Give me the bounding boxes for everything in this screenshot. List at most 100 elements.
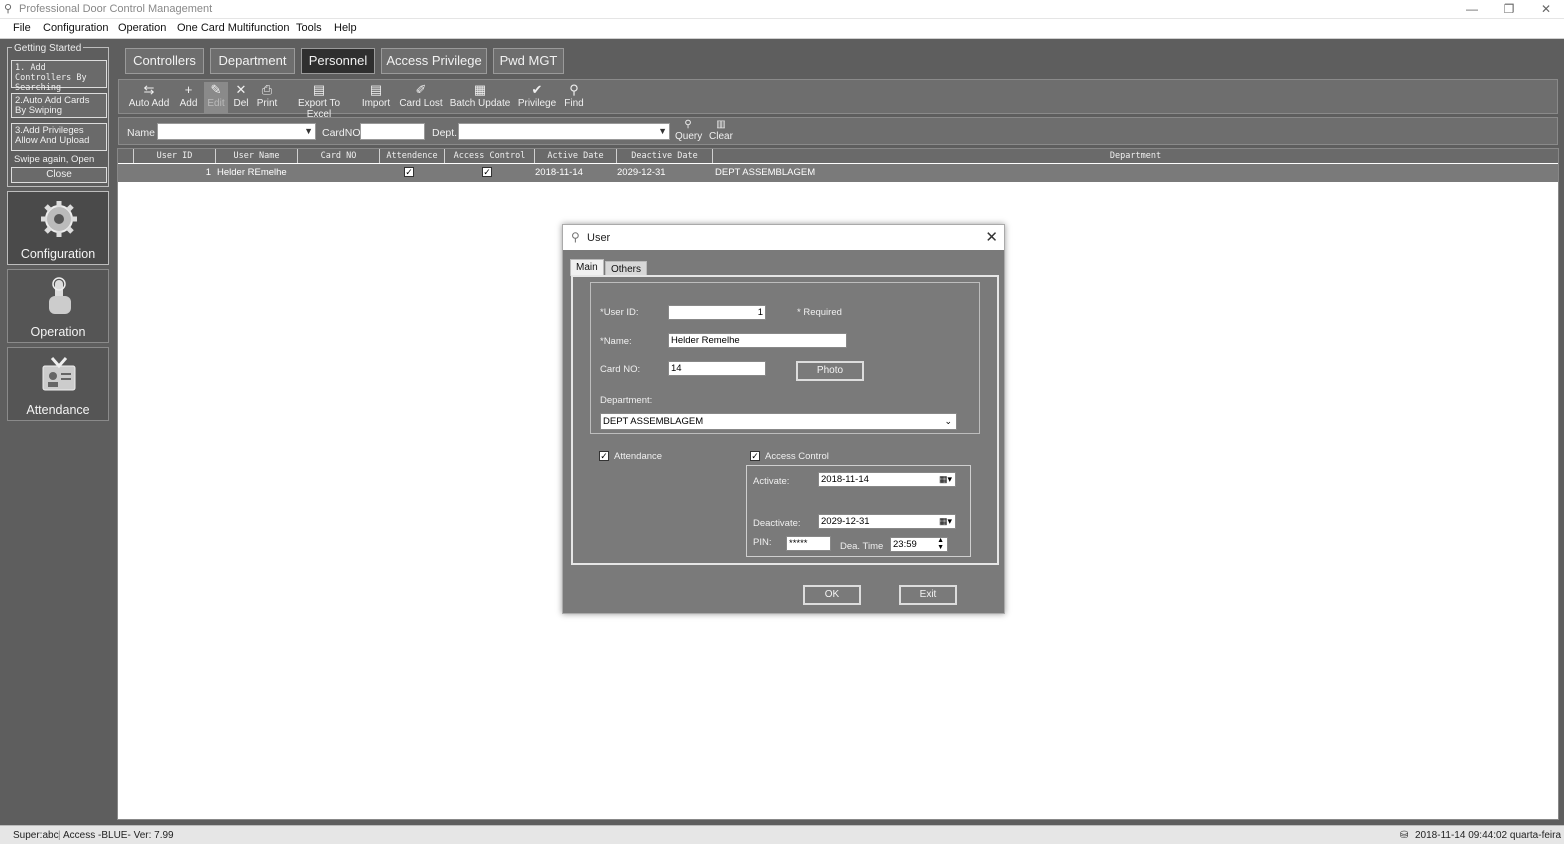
col-department[interactable]: Department: [712, 149, 1558, 163]
access-control-option-label: Access Control: [765, 451, 829, 462]
privilege-button[interactable]: ✔ Privilege: [517, 82, 557, 113]
col-card-no[interactable]: Card NO: [297, 149, 379, 163]
batch-update-icon: ▦: [473, 82, 487, 97]
auto-add-cards-step[interactable]: 2.Auto Add Cards By Swiping: [11, 93, 107, 118]
name-label: *Name:: [600, 336, 632, 347]
tab-access-privilege[interactable]: Access Privilege: [381, 48, 487, 74]
attendance-option[interactable]: ✓ Attendance: [599, 451, 662, 462]
tab-department[interactable]: Department: [210, 48, 295, 74]
activate-date-picker[interactable]: 2018-11-14 ▦▾: [818, 472, 956, 487]
pin-label: PIN:: [753, 537, 772, 548]
query-button[interactable]: ⚲ Query: [675, 119, 703, 142]
add-privileges-step[interactable]: 3.Add Privileges Allow And Upload: [11, 123, 107, 151]
dea-time-spinner[interactable]: 23:59 ▲ ▼: [890, 537, 948, 552]
export-to-excel-button[interactable]: ▤ Export To Excel: [285, 82, 353, 120]
spinner-arrows-icon[interactable]: ▲ ▼: [937, 537, 944, 551]
nav-attendance-label: Attendance: [26, 403, 90, 417]
col-deactive-date[interactable]: Deactive Date: [616, 149, 712, 163]
dept-filter-combo[interactable]: ▼: [458, 123, 670, 140]
exit-button[interactable]: Exit: [899, 585, 957, 605]
dialog-title-bar: ⚲ User ✕: [563, 225, 1004, 250]
clear-label: Clear: [709, 131, 733, 142]
chevron-down-icon: ▼: [658, 126, 667, 136]
getting-started-close-button[interactable]: Close: [11, 167, 107, 183]
nav-operation[interactable]: Operation: [7, 269, 109, 343]
name-field[interactable]: Helder Remelhe: [668, 333, 847, 348]
print-label: Print: [256, 98, 278, 109]
table-row[interactable]: 1 Helder REmelhe ✓ ✓ 2018-11-14 2029-12-…: [118, 164, 1558, 182]
menu-help[interactable]: Help: [334, 22, 357, 34]
attendance-checkbox-dialog[interactable]: ✓: [599, 451, 609, 462]
col-access-control[interactable]: Access Control: [444, 149, 534, 163]
calendar-icon: ▦▾: [938, 474, 952, 484]
menu-one-card-multifunction[interactable]: One Card Multifunction: [177, 22, 290, 34]
card-no-field[interactable]: 14: [668, 361, 766, 376]
menu-file[interactable]: File: [13, 22, 31, 34]
menu-tools[interactable]: Tools: [296, 22, 322, 34]
import-button[interactable]: ▤ Import: [359, 82, 393, 113]
cell-user-name: Helder REmelhe: [217, 167, 287, 178]
find-button[interactable]: ⚲ Find: [563, 82, 585, 113]
delete-button[interactable]: ✕ Del: [231, 82, 251, 113]
col-attendance[interactable]: Attendence: [379, 149, 444, 163]
auto-add-button[interactable]: ⇆ Auto Add: [127, 82, 171, 113]
cardno-filter-input[interactable]: [360, 123, 425, 140]
privilege-label: Privilege: [517, 98, 557, 109]
menu-configuration[interactable]: Configuration: [43, 22, 108, 34]
dept-filter-label: Dept.: [432, 127, 458, 139]
tab-pwd-mgt[interactable]: Pwd MGT: [493, 48, 564, 74]
access-control-checkbox[interactable]: ✓: [482, 167, 492, 178]
add-controllers-step[interactable]: 1. Add Controllers By Searching: [11, 60, 107, 93]
status-bar: Super:abc | Access -BLUE- Ver: 7.99 ⛁ 20…: [0, 825, 1564, 844]
chevron-down-icon: ⌄: [944, 416, 952, 426]
nav-configuration[interactable]: Configuration: [7, 191, 109, 265]
department-select[interactable]: DEPT ASSEMBLAGEM ⌄: [600, 413, 957, 430]
user-id-field[interactable]: 1: [668, 305, 766, 320]
ok-button[interactable]: OK: [803, 585, 861, 605]
auto-add-icon: ⇆: [143, 82, 155, 97]
access-control-checkbox-dialog[interactable]: ✓: [750, 451, 760, 462]
print-button[interactable]: ⎙ Print: [255, 82, 279, 113]
clear-button[interactable]: ▥ Clear: [709, 119, 733, 142]
col-active-date[interactable]: Active Date: [534, 149, 616, 163]
dialog-title: User: [587, 232, 611, 244]
pin-field[interactable]: *****: [786, 536, 831, 551]
query-label: Query: [675, 131, 703, 142]
col-user-name[interactable]: User Name: [215, 149, 297, 163]
cell-card-no: [299, 164, 379, 182]
tab-main[interactable]: Main: [570, 259, 604, 276]
minimize-button[interactable]: —: [1452, 0, 1492, 19]
getting-started-legend: Getting Started: [12, 43, 84, 54]
excel-icon: ▤: [312, 82, 326, 97]
close-window-button[interactable]: ✕: [1526, 0, 1564, 19]
cell-user-id: 1: [205, 167, 211, 178]
attendance-checkbox[interactable]: ✓: [404, 167, 414, 178]
required-note: * Required: [797, 307, 842, 318]
card-lost-button[interactable]: ✐ Card Lost: [399, 82, 443, 113]
name-filter-combo[interactable]: ▼: [157, 123, 316, 140]
batch-update-button[interactable]: ▦ Batch Update: [449, 82, 511, 113]
col-user-id[interactable]: User ID: [133, 149, 215, 163]
edit-label: Edit: [207, 98, 225, 109]
status-separator: |: [58, 830, 61, 841]
access-control-option[interactable]: ✓ Access Control: [750, 451, 829, 462]
restore-button[interactable]: ❐: [1489, 0, 1529, 19]
dialog-close-icon[interactable]: ✕: [985, 228, 998, 246]
nav-configuration-label: Configuration: [20, 247, 96, 261]
tab-controllers[interactable]: Controllers: [125, 48, 204, 74]
auto-add-label: Auto Add: [128, 98, 170, 109]
plus-icon: +: [184, 82, 193, 97]
add-button[interactable]: + Add: [176, 82, 201, 113]
deactivate-date-picker[interactable]: 2029-12-31 ▦▾: [818, 514, 956, 529]
department-label: Department:: [600, 395, 653, 406]
find-icon: ⚲: [569, 82, 579, 97]
menu-operation[interactable]: Operation: [118, 22, 166, 34]
card-no-label: Card NO:: [600, 364, 641, 375]
edit-button[interactable]: ✎ Edit: [204, 82, 228, 113]
card-lost-label: Card Lost: [399, 98, 443, 109]
id-card-icon: [42, 357, 76, 391]
photo-button[interactable]: Photo: [796, 361, 864, 381]
nav-attendance[interactable]: Attendance: [7, 347, 109, 421]
delete-icon: ✕: [235, 82, 247, 97]
tab-personnel[interactable]: Personnel: [301, 48, 375, 74]
